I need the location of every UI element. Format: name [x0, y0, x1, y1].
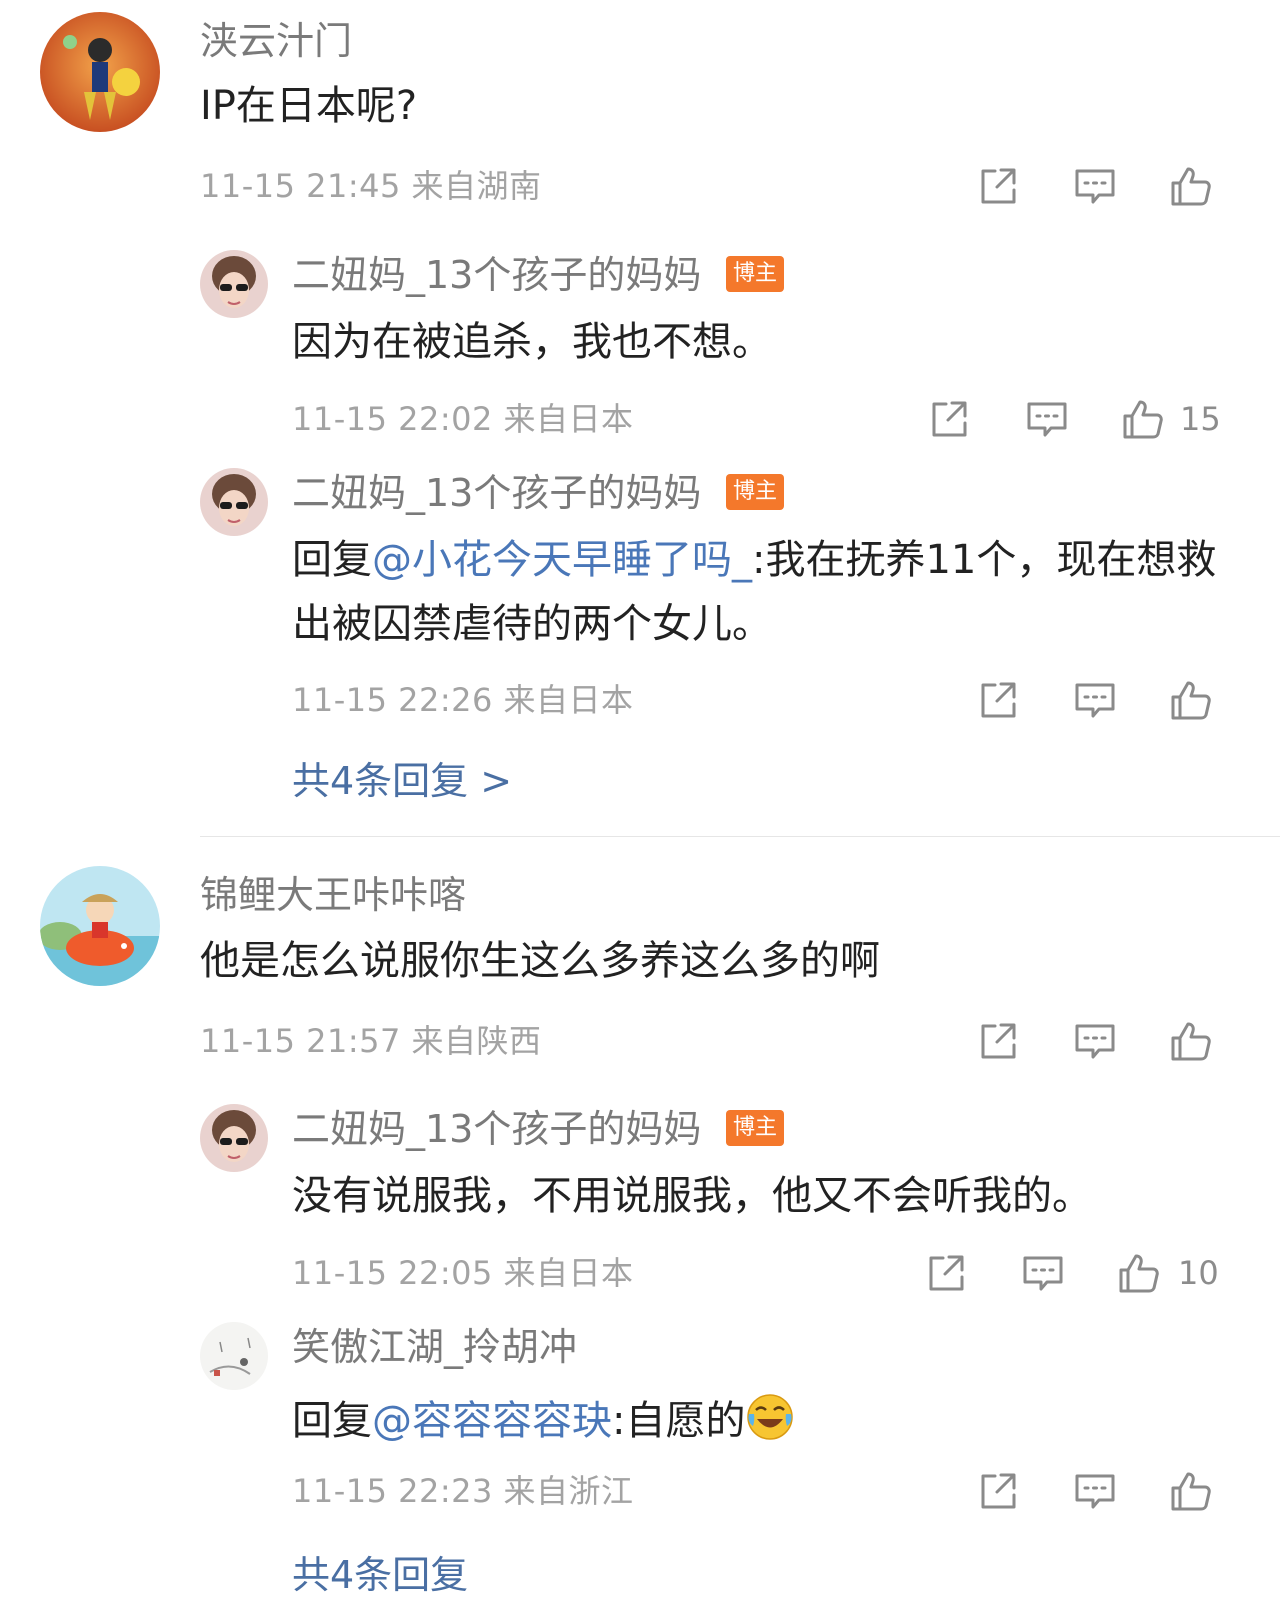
comment-text: 他是怎么说服你生这么多养这么多的啊 — [200, 938, 880, 984]
blogger-badge: 博主 — [726, 1110, 785, 1146]
share-icon[interactable] — [975, 1018, 1021, 1064]
like-icon[interactable] — [1168, 163, 1214, 209]
comment-icon[interactable] — [1020, 1250, 1066, 1296]
comment-icon[interactable] — [1072, 1018, 1118, 1064]
blogger-badge: 博主 — [726, 474, 785, 510]
mention-link[interactable]: @容容容容玦 — [372, 1398, 612, 1444]
divider — [200, 836, 1280, 837]
username[interactable]: 二妞妈_13个孩子的妈妈 — [292, 474, 701, 512]
comment-text: IP在日本呢? — [200, 83, 418, 129]
reply-prefix: 回复 — [292, 537, 372, 583]
like-count: 10 — [1178, 1254, 1219, 1292]
reply-meta: 11-15 22:23 来自浙江 — [292, 1472, 634, 1510]
like-icon[interactable] — [1116, 1250, 1162, 1296]
reply-text: 没有说服我，不用说服我，他又不会听我的。 — [292, 1173, 1092, 1219]
like-count: 15 — [1180, 400, 1221, 438]
like-icon[interactable] — [1168, 1468, 1214, 1514]
username[interactable]: 二妞妈_13个孩子的妈妈 — [292, 256, 701, 294]
view-more-replies-link[interactable]: 共4条回复 — [292, 1556, 468, 1594]
like-icon[interactable] — [1168, 677, 1214, 723]
reply-prefix: 回复 — [292, 1398, 372, 1444]
comment-icon[interactable] — [1072, 677, 1118, 723]
mention-link[interactable]: @小花今天早睡了吗_ — [372, 537, 752, 583]
reply-text: 回复@小花今天早睡了吗_:我在抚养11个，现在想救出被囚禁虐待的两个女儿。 — [292, 528, 1222, 656]
blogger-badge: 博主 — [726, 256, 785, 292]
avatar[interactable] — [40, 12, 160, 132]
username[interactable]: 二妞妈_13个孩子的妈妈 — [292, 1110, 701, 1148]
avatar[interactable] — [40, 866, 160, 986]
reply-body: :自愿的 — [612, 1398, 746, 1444]
share-icon[interactable] — [923, 1250, 969, 1296]
reply-meta: 11-15 22:02 来自日本 — [292, 400, 634, 438]
avatar[interactable] — [200, 1322, 268, 1390]
like-icon[interactable] — [1120, 396, 1166, 442]
comment-meta: 11-15 21:57 来自陕西 — [200, 1022, 542, 1060]
share-icon[interactable] — [975, 1468, 1021, 1514]
username[interactable]: 笑傲江湖_拎胡冲 — [292, 1328, 577, 1366]
like-icon[interactable] — [1168, 1018, 1214, 1064]
comment-icon[interactable] — [1072, 163, 1118, 209]
comment-icon[interactable] — [1024, 396, 1070, 442]
reply-meta: 11-15 22:26 来自日本 — [292, 681, 634, 719]
share-icon[interactable] — [926, 396, 972, 442]
share-icon[interactable] — [975, 163, 1021, 209]
reply-meta: 11-15 22:05 来自日本 — [292, 1254, 634, 1292]
reply-text: 因为在被追杀，我也不想。 — [292, 319, 772, 365]
avatar[interactable] — [200, 1104, 268, 1172]
username[interactable]: 锦鲤大王咔咔喀 — [200, 876, 466, 914]
laugh-cry-emoji — [747, 1394, 794, 1440]
avatar[interactable] — [200, 468, 268, 536]
view-more-replies-link[interactable]: 共4条回复 > — [292, 762, 512, 800]
share-icon[interactable] — [975, 677, 1021, 723]
reply-text: 回复@容容容容玦:自愿的 — [292, 1392, 795, 1442]
comment-icon[interactable] — [1072, 1468, 1118, 1514]
avatar[interactable] — [200, 250, 268, 318]
comment-meta: 11-15 21:45 来自湖南 — [200, 167, 542, 205]
username[interactable]: 浃云汁门 — [200, 22, 352, 60]
